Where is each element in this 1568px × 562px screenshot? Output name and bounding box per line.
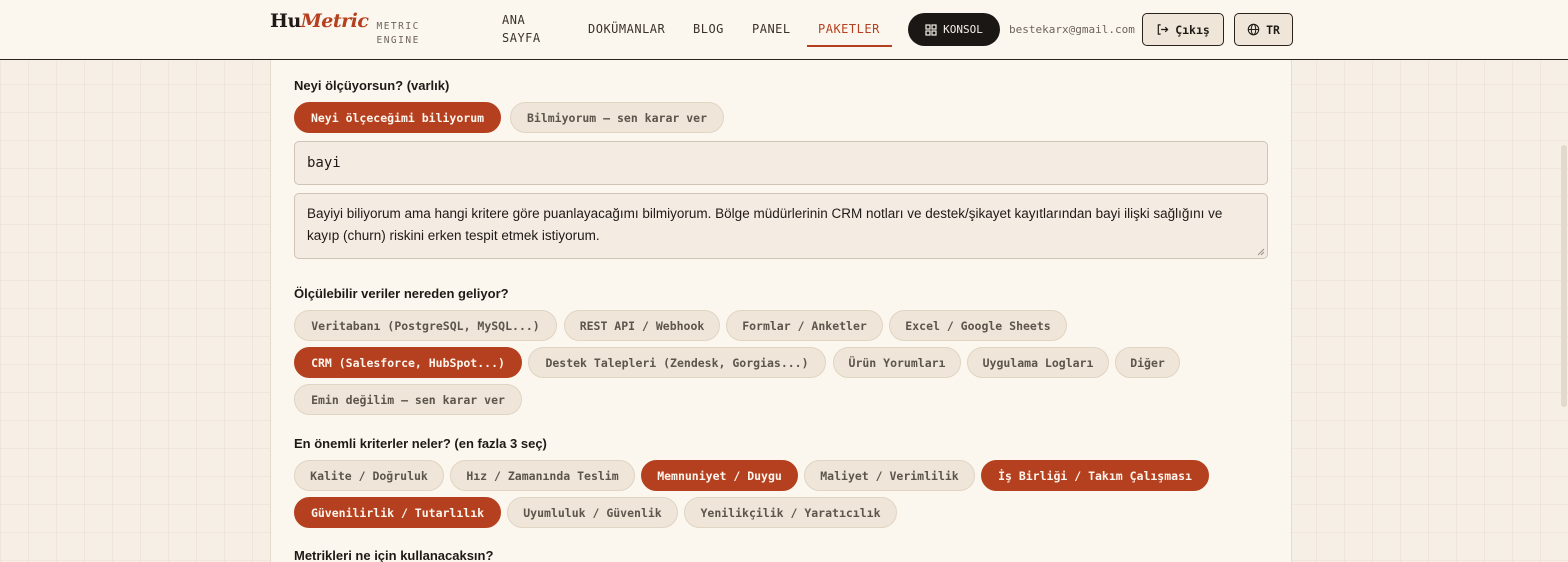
criteria-option-compliance[interactable]: Uyumluluk / Güvenlik xyxy=(507,497,678,528)
nav-packages[interactable]: PAKETLER xyxy=(818,20,880,38)
entity-description-textarea[interactable]: Bayiyi biliyorum ama hangi kritere göre … xyxy=(294,193,1268,259)
logo-accent: Metric xyxy=(300,10,369,32)
entity-input-value: bayi xyxy=(307,155,341,171)
logout-icon xyxy=(1157,24,1169,35)
user-email: bestekarx@gmail.com xyxy=(1009,23,1135,36)
console-button[interactable]: KONSOL xyxy=(908,13,1000,46)
source-option-logs[interactable]: Uygulama Logları xyxy=(967,347,1109,378)
logo[interactable]: Hu Metric METRIC ENGINE xyxy=(270,10,426,50)
console-label: KONSOL xyxy=(943,23,983,36)
globe-icon xyxy=(1247,23,1260,36)
criteria-option-quality[interactable]: Kalite / Doğruluk xyxy=(294,460,444,491)
logo-subtitle: METRIC ENGINE xyxy=(376,21,420,46)
logo-main: Hu xyxy=(270,10,301,32)
active-nav-indicator xyxy=(807,45,892,47)
source-option-reviews[interactable]: Ürün Yorumları xyxy=(833,347,961,378)
criteria-option-cost[interactable]: Maliyet / Verimlilik xyxy=(804,460,975,491)
entity-label: Neyi ölçüyorsun? (varlık) xyxy=(294,78,450,93)
criteria-option-speed[interactable]: Hız / Zamanında Teslim xyxy=(450,460,635,491)
criteria-option-collaboration[interactable]: İş Birliği / Takım Çalışması xyxy=(981,460,1209,491)
entity-input[interactable]: bayi xyxy=(294,141,1268,185)
entity-option-known[interactable]: Neyi ölçeceğimi biliyorum xyxy=(294,102,501,133)
sources-label: Ölçülebilir veriler nereden geliyor? xyxy=(294,286,509,301)
criteria-option-innovation[interactable]: Yenilikçilik / Yaratıcılık xyxy=(684,497,897,528)
nav-home[interactable]: ANA SAYFA xyxy=(502,11,552,47)
criteria-option-satisfaction[interactable]: Memnuniyet / Duygu xyxy=(641,460,798,491)
criteria-label: En önemli kriterler neler? (en fazla 3 s… xyxy=(294,436,547,451)
logout-label: Çıkış xyxy=(1175,22,1210,37)
grid-icon xyxy=(925,23,937,36)
source-option-other[interactable]: Diğer xyxy=(1115,347,1180,378)
nav-blog[interactable]: BLOG xyxy=(693,20,724,38)
nav-docs[interactable]: DOKÜMANLAR xyxy=(588,20,665,38)
source-option-api[interactable]: REST API / Webhook xyxy=(564,310,720,341)
nav-panel[interactable]: PANEL xyxy=(752,20,791,38)
language-button[interactable]: TR xyxy=(1234,13,1293,46)
source-option-database[interactable]: Veritabanı (PostgreSQL, MySQL...) xyxy=(294,310,557,341)
resize-handle-icon[interactable] xyxy=(1257,248,1265,256)
source-option-crm[interactable]: CRM (Salesforce, HubSpot...) xyxy=(294,347,522,378)
source-option-unsure[interactable]: Emin değilim — sen karar ver xyxy=(294,384,522,415)
entity-description-text: Bayiyi biliyorum ama hangi kritere göre … xyxy=(307,206,1223,243)
page-scrollbar[interactable] xyxy=(1561,145,1567,407)
language-label: TR xyxy=(1266,22,1280,37)
criteria-option-reliability[interactable]: Güvenilirlik / Tutarlılık xyxy=(294,497,501,528)
entity-option-unknown[interactable]: Bilmiyorum — sen karar ver xyxy=(510,102,724,133)
source-option-forms[interactable]: Formlar / Anketler xyxy=(726,310,883,341)
source-option-support[interactable]: Destek Talepleri (Zendesk, Gorgias...) xyxy=(528,347,826,378)
logout-button[interactable]: Çıkış xyxy=(1142,13,1224,46)
top-navbar: Hu Metric METRIC ENGINE ANA SAYFA DOKÜMAN… xyxy=(0,0,1568,60)
usage-label: Metrikleri ne için kullanacaksın? xyxy=(294,548,494,562)
source-option-excel[interactable]: Excel / Google Sheets xyxy=(889,310,1067,341)
